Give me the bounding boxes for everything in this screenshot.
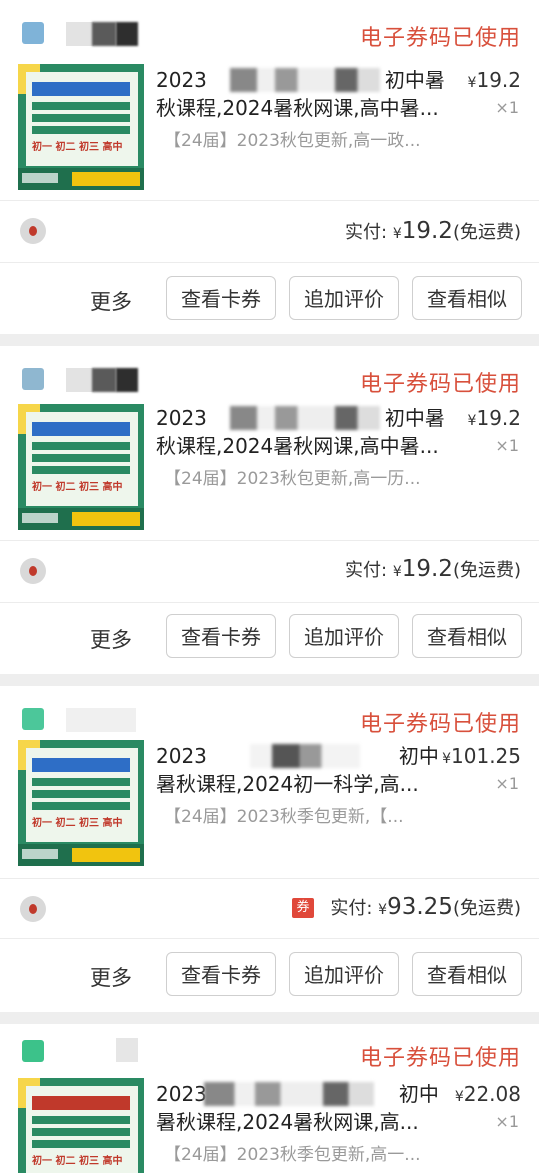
add-review-button[interactable]: 追加评价 — [289, 276, 399, 320]
card-separator — [0, 334, 539, 346]
order-card[interactable]: 电子券码已使用 初一 初二 初三 高中 2023 初中暑 秋课程,2024暑秋网课… — [0, 0, 539, 334]
thumb-grades: 初一 初二 初三 高中 — [32, 482, 123, 493]
divider — [0, 540, 539, 541]
add-review-button[interactable]: 追加评价 — [289, 952, 399, 996]
card-separator — [0, 1012, 539, 1024]
more-button[interactable]: 更多 — [90, 286, 132, 316]
divider — [0, 878, 539, 879]
thumb-banner — [32, 82, 130, 96]
thumb-row — [32, 442, 130, 450]
item-price: ¥19.2 — [467, 406, 521, 430]
paid-total: 实付: ¥19.2(免运费) — [345, 218, 521, 244]
title-redacted — [250, 744, 360, 768]
avatar-icon — [20, 896, 46, 922]
product-thumbnail[interactable]: 初一 初二 初三 高中 — [18, 1078, 144, 1173]
shop-name-redacted — [66, 22, 94, 46]
shop-header[interactable]: 电子券码已使用 — [0, 0, 539, 56]
order-status: 电子券码已使用 — [359, 26, 521, 51]
order-card[interactable]: 电子券码已使用 初一 初二 初三 高中 2023 初中 暑秋课程,2024初一科学… — [0, 686, 539, 1012]
item-quantity: ×1 — [495, 1112, 519, 1131]
shop-logo-icon — [22, 368, 44, 390]
view-coupon-button[interactable]: 查看卡券 — [166, 952, 276, 996]
thumb-banner — [32, 422, 130, 436]
avatar-icon — [20, 218, 46, 244]
title-redacted — [230, 68, 380, 92]
paid-total: 实付: ¥19.2(免运费) — [345, 556, 521, 582]
shop-logo-icon — [22, 22, 44, 44]
divider — [0, 938, 539, 939]
card-separator — [0, 674, 539, 686]
title-redacted — [230, 406, 380, 430]
thumb-footer — [18, 168, 144, 190]
thumb-footer — [18, 508, 144, 530]
product-thumbnail[interactable]: 初一 初二 初三 高中 — [18, 404, 144, 530]
shop-name-redacted — [116, 22, 138, 46]
shop-header[interactable]: 电子券码已使用 — [0, 1024, 539, 1080]
view-coupon-button[interactable]: 查看卡券 — [166, 614, 276, 658]
coupon-badge-icon: 券 — [292, 898, 314, 918]
thumb-row — [32, 790, 130, 798]
thumb-row — [32, 1128, 130, 1136]
divider — [0, 262, 539, 263]
view-similar-button[interactable]: 查看相似 — [412, 614, 522, 658]
thumb-footer — [18, 844, 144, 866]
thumb-grades: 初一 初二 初三 高中 — [32, 1156, 123, 1167]
divider — [0, 200, 539, 201]
thumb-row — [32, 1140, 130, 1148]
order-card[interactable]: 电子券码已使用 初一 初二 初三 高中 2023 初中 暑秋课程,2024暑秋网课… — [0, 1024, 539, 1173]
thumb-grades: 初一 初二 初三 高中 — [32, 142, 123, 153]
item-quantity: ×1 — [495, 774, 519, 793]
thumb-row — [32, 466, 130, 474]
shop-name-redacted — [92, 368, 116, 392]
thumb-grades: 初一 初二 初三 高中 — [32, 818, 123, 829]
order-card[interactable]: 电子券码已使用 初一 初二 初三 高中 2023 初中暑 秋课程,2024暑秋网课… — [0, 346, 539, 674]
divider — [0, 602, 539, 603]
item-spec: 【24届】2023秋季包更新,高一... — [164, 1145, 421, 1165]
order-status: 电子券码已使用 — [359, 712, 521, 737]
more-button[interactable]: 更多 — [90, 624, 132, 654]
item-price: ¥19.2 — [467, 68, 521, 92]
avatar-icon — [20, 558, 46, 584]
item-spec: 【24届】2023秋包更新,高一政... — [164, 131, 421, 151]
paid-total: 实付: ¥93.25(免运费) — [330, 894, 521, 920]
more-button[interactable]: 更多 — [90, 962, 132, 992]
product-thumbnail[interactable]: 初一 初二 初三 高中 — [18, 740, 144, 866]
item-price: ¥101.25 — [442, 744, 521, 768]
shop-name-redacted — [66, 368, 94, 392]
view-coupon-button[interactable]: 查看卡券 — [166, 276, 276, 320]
item-spec: 【24届】2023秋季包更新,【... — [164, 807, 404, 827]
item-quantity: ×1 — [495, 436, 519, 455]
thumb-row — [32, 454, 130, 462]
thumb-banner — [32, 1096, 130, 1110]
view-similar-button[interactable]: 查看相似 — [412, 952, 522, 996]
thumb-row — [32, 1116, 130, 1124]
view-similar-button[interactable]: 查看相似 — [412, 276, 522, 320]
item-spec: 【24届】2023秋包更新,高一历... — [164, 469, 421, 489]
title-redacted — [204, 1082, 374, 1106]
thumb-banner — [32, 758, 130, 772]
shop-name-redacted — [66, 708, 136, 732]
thumb-row — [32, 802, 130, 810]
shop-logo-icon — [22, 1040, 44, 1062]
shop-header[interactable]: 电子券码已使用 — [0, 686, 539, 742]
thumb-row — [32, 126, 130, 134]
shop-header[interactable]: 电子券码已使用 — [0, 346, 539, 402]
item-price: ¥22.08 — [454, 1082, 521, 1106]
shop-name-redacted — [116, 1038, 138, 1062]
thumb-row — [32, 102, 130, 110]
add-review-button[interactable]: 追加评价 — [289, 614, 399, 658]
shop-logo-icon — [22, 708, 44, 730]
thumb-row — [32, 114, 130, 122]
product-thumbnail[interactable]: 初一 初二 初三 高中 — [18, 64, 144, 190]
shop-name-redacted — [116, 368, 138, 392]
thumb-row — [32, 778, 130, 786]
order-status: 电子券码已使用 — [359, 372, 521, 397]
order-status: 电子券码已使用 — [359, 1046, 521, 1071]
shop-name-redacted — [92, 22, 116, 46]
item-quantity: ×1 — [495, 98, 519, 117]
